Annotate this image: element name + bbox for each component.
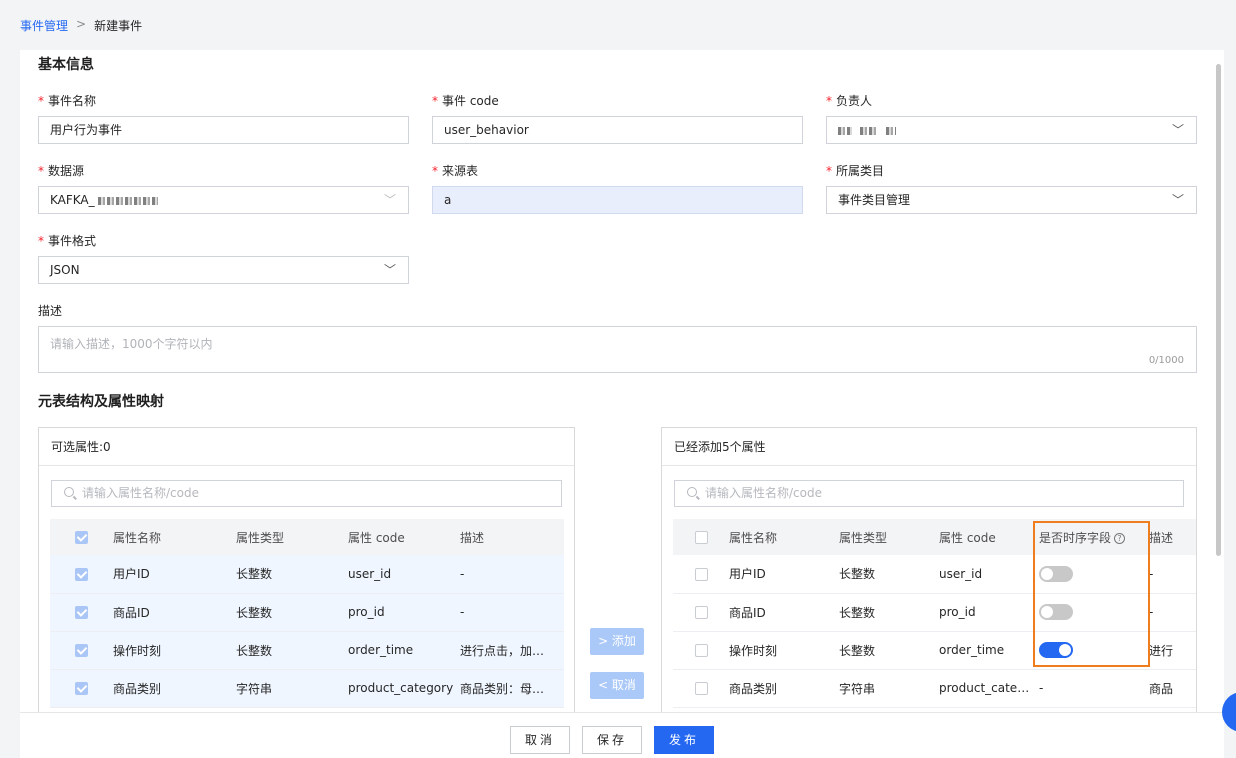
col-header-desc: 描述: [460, 519, 564, 555]
source-table-input[interactable]: a: [432, 186, 803, 214]
event-format-value: JSON: [50, 263, 80, 277]
save-button[interactable]: 保存: [582, 726, 642, 754]
chevron-down-icon: ﹀: [383, 193, 396, 207]
breadcrumb-link-event-management[interactable]: 事件管理: [20, 17, 68, 34]
datasource-label: * 数据源: [38, 164, 85, 178]
row-checkbox[interactable]: [75, 567, 88, 581]
redacted-owner: [838, 126, 852, 135]
remove-attribute-button[interactable]: < 取消: [590, 672, 644, 699]
col-header-code: 属性 code: [939, 519, 1039, 555]
footer-bar: 取消 保存 发布: [20, 712, 1224, 758]
row-checkbox[interactable]: [694, 682, 708, 695]
row-checkbox[interactable]: [75, 644, 88, 657]
event-format-select[interactable]: JSON ﹀: [38, 256, 409, 284]
col-header-type: 属性类型: [236, 519, 348, 555]
section-title-mapping: 元表结构及属性映射: [38, 394, 164, 410]
description-char-counter: 0/1000: [1148, 355, 1184, 366]
owner-select[interactable]: ﹀: [826, 116, 1197, 144]
row-checkbox[interactable]: [75, 606, 88, 619]
left-search-input[interactable]: 请输入属性名称/code: [51, 480, 562, 507]
breadcrumb-separator: >: [76, 17, 87, 31]
breadcrumb-current: 新建事件: [94, 19, 143, 33]
redacted-datasource: [98, 196, 159, 205]
chevron-down-icon: ﹀: [1171, 123, 1184, 137]
section-title-basic-info: 基本信息: [38, 57, 94, 73]
available-attributes-panel: 可选属性:0 请输入属性名称/code 属性名称 属性类型 属性 code 描述…: [38, 427, 575, 727]
description-placeholder: 请输入描述，1000个字符以内: [50, 337, 213, 351]
table-row[interactable]: 用户ID 长整数 user_id -: [50, 555, 564, 594]
event-name-label: * 事件名称: [38, 94, 97, 108]
publish-button[interactable]: 发布: [654, 726, 714, 754]
added-attributes-header: 已经添加5个属性: [662, 428, 1196, 466]
row-checkbox[interactable]: [694, 567, 708, 581]
col-header-code: 属性 code: [348, 519, 460, 555]
search-icon: [64, 487, 74, 497]
row-checkbox[interactable]: [75, 682, 88, 695]
available-attributes-header: 可选属性:0: [39, 428, 574, 466]
select-all-checkbox[interactable]: [75, 531, 88, 544]
table-row[interactable]: 操作时刻 长整数 order_time 进行点击，加…: [50, 631, 564, 670]
datasource-value: KAFKA_: [50, 193, 95, 207]
col-header-desc: 描述: [1149, 519, 1196, 555]
page-scrollbar[interactable]: [1216, 64, 1221, 556]
search-icon: [687, 487, 697, 497]
breadcrumb: 事件管理 > 新建事件: [20, 17, 142, 34]
select-all-checkbox[interactable]: [694, 531, 708, 544]
event-code-label: * 事件 code: [432, 94, 499, 108]
table-header-row: 属性名称 属性类型 属性 code 描述: [50, 519, 564, 555]
datasource-select[interactable]: KAFKA_ ﹀: [38, 186, 409, 214]
table-row[interactable]: 商品ID 长整数 pro_id -: [50, 593, 564, 632]
table-row[interactable]: 商品类别 字符串 product_category 商品类别：母…: [50, 669, 564, 708]
floating-help-button[interactable]: [1222, 692, 1236, 732]
category-select[interactable]: 事件类目管理 ﹀: [826, 186, 1197, 214]
owner-label: * 负责人: [826, 94, 873, 108]
chevron-down-icon: ﹀: [383, 263, 396, 277]
source-table-label: * 来源表: [432, 164, 479, 178]
cancel-button[interactable]: 取消: [510, 726, 570, 754]
row-checkbox[interactable]: [694, 606, 708, 619]
time-field-column-highlight: [1033, 521, 1150, 667]
category-label: * 所属类目: [826, 164, 885, 178]
form-card: 基本信息 * 事件名称 用户行为事件 * 事件 code user_behavior…: [20, 50, 1224, 758]
row-checkbox[interactable]: [694, 644, 708, 657]
col-header-name: 属性名称: [729, 519, 839, 555]
col-header-name: 属性名称: [113, 519, 236, 555]
description-label: 描述: [38, 304, 63, 318]
add-attribute-button[interactable]: > 添加: [590, 628, 644, 655]
event-format-label: * 事件格式: [38, 234, 97, 248]
right-search-input[interactable]: 请输入属性名称/code: [674, 480, 1184, 507]
chevron-down-icon: ﹀: [1171, 193, 1184, 207]
available-attributes-table: 属性名称 属性类型 属性 code 描述 用户ID 长整数 user_id - …: [50, 519, 564, 708]
description-textarea[interactable]: 请输入描述，1000个字符以内 0/1000: [38, 326, 1197, 373]
col-header-type: 属性类型: [839, 519, 939, 555]
event-code-input[interactable]: user_behavior: [432, 116, 803, 144]
event-name-input[interactable]: 用户行为事件: [38, 116, 409, 144]
table-row[interactable]: 商品类别 字符串 product_cate… - 商品: [673, 669, 1196, 708]
category-value: 事件类目管理: [838, 193, 911, 207]
